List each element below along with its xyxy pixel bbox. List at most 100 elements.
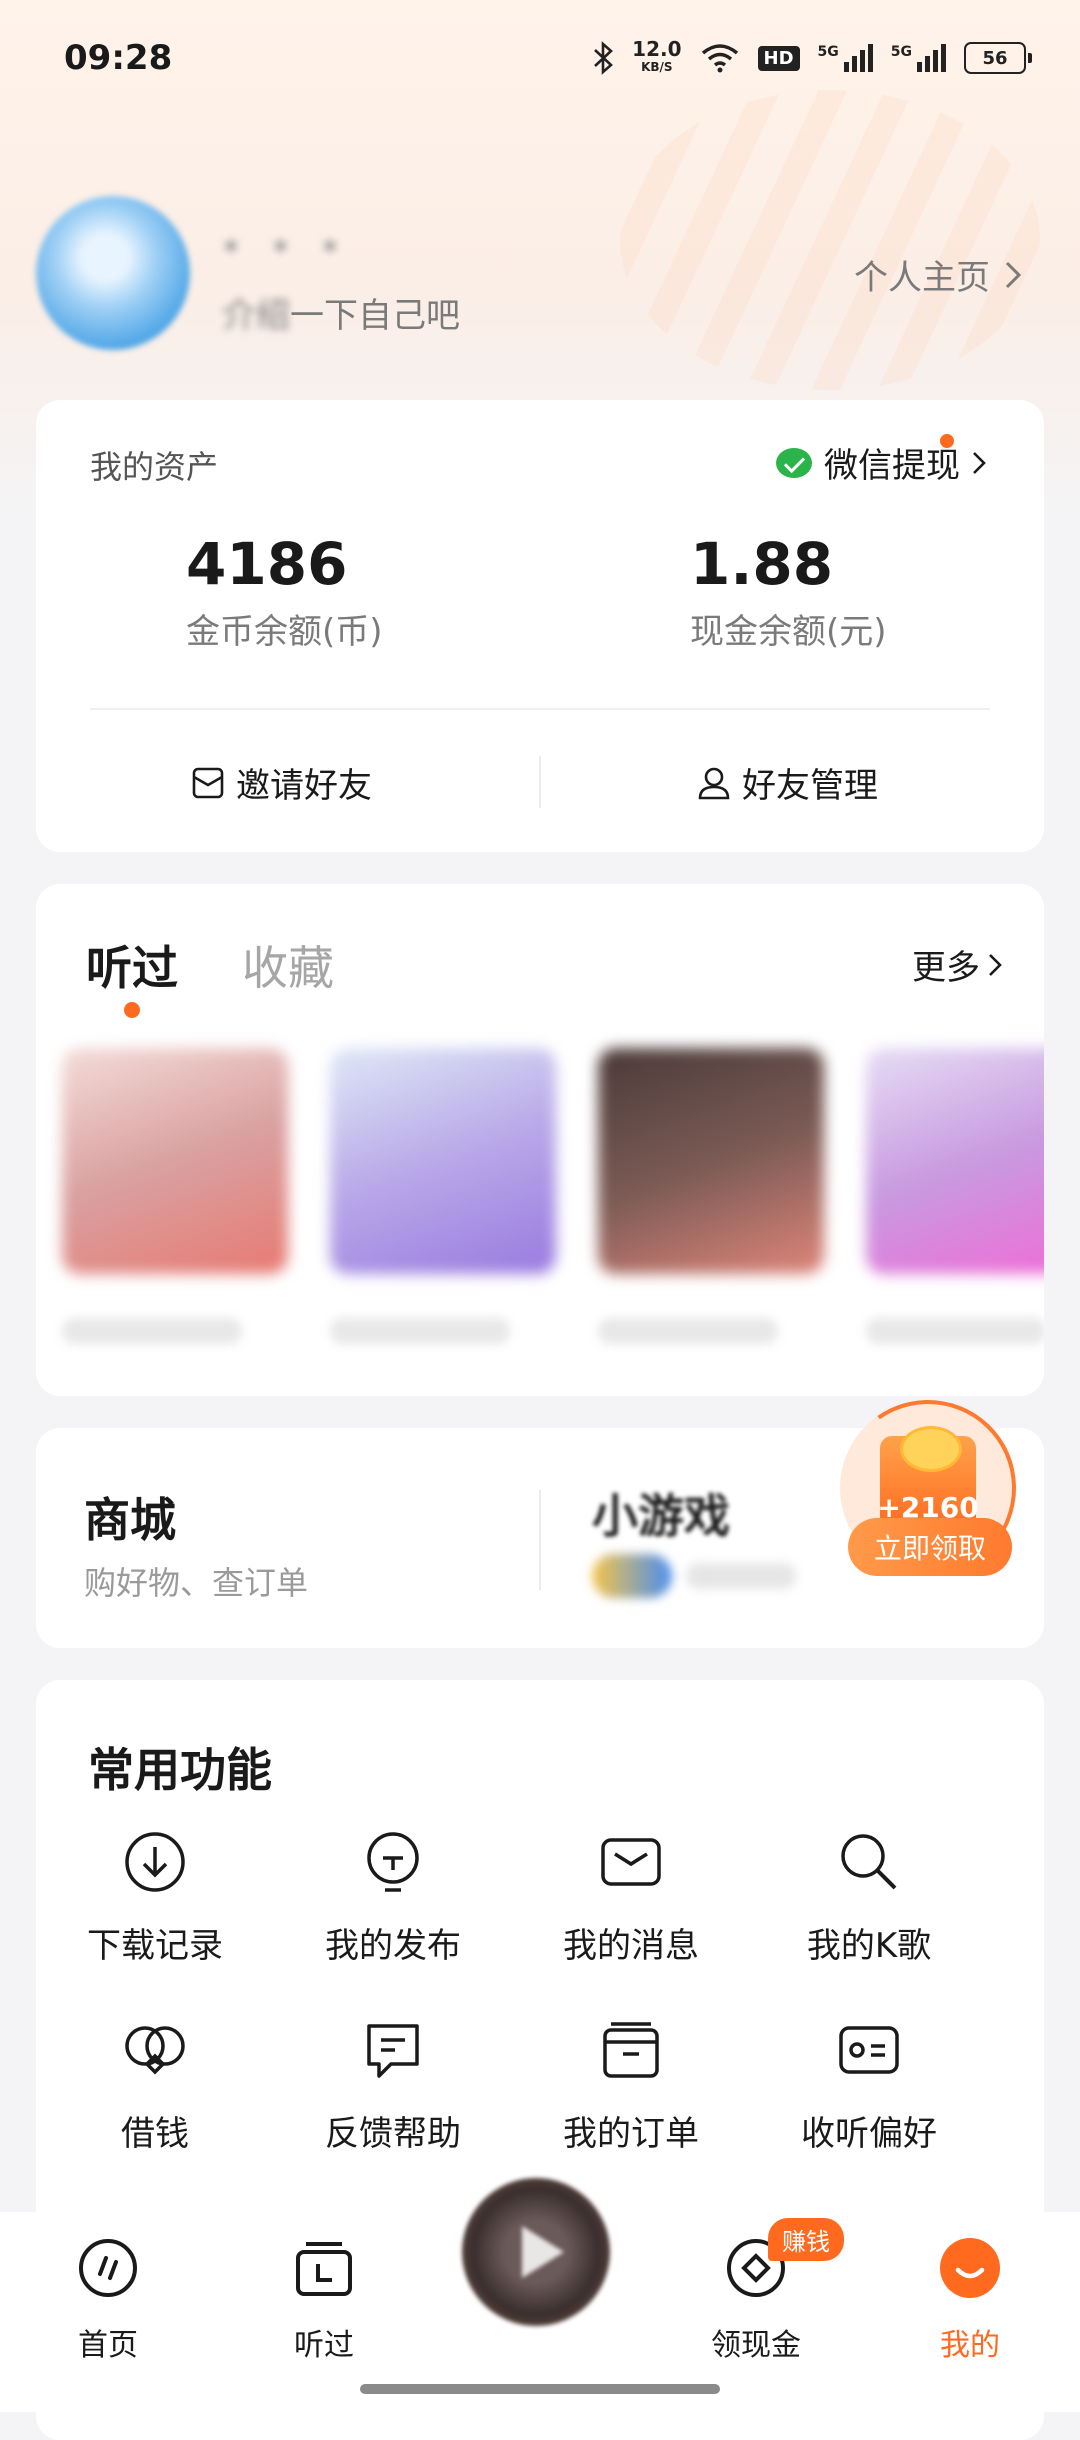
cash-balance-label: 现金余额(元) [690,612,887,652]
function-label: 我的订单 [563,2114,699,2154]
chevron-right-icon [1005,261,1022,288]
download-icon [125,1832,185,1892]
history-caption [62,1318,242,1344]
function-label: 我的K歌 [806,1926,932,1966]
wechat-withdraw-label: 微信提现 [824,446,960,486]
chevron-right-icon [973,451,986,474]
invite-friends-button[interactable]: 邀请好友 [190,758,372,807]
mall-subtitle: 购好物、查订单 [84,1564,309,1602]
mini-games-title: 小游戏 [592,1489,730,1543]
me-icon [940,2238,1000,2298]
person-icon [698,767,730,799]
history-thumbnail [866,1048,1044,1274]
signal-2-label: 5G [890,44,912,60]
play-button[interactable] [462,2178,610,2326]
history-icon [296,2242,352,2296]
cash-balance[interactable]: 1.88 现金余额(元) [690,530,887,653]
more-button[interactable]: 更多 [912,940,1002,989]
coin-balance[interactable]: 4186 金币余额(币) [186,530,383,653]
speed-unit: KB/S [641,60,673,74]
active-tab-indicator [124,1002,140,1018]
function-label: 我的发布 [325,1926,461,1966]
signal-1-icon: 5G [818,44,873,72]
network-speed: 12.0 KB/S [632,37,682,76]
user-bio-text: 一下自己吧 [290,296,460,336]
assets-title: 我的资产 [90,448,219,486]
nav-home[interactable]: 首页 [28,2226,188,2364]
preference-icon [839,2026,899,2074]
history-caption [330,1318,510,1344]
homepage-link[interactable]: 个人主页 [854,250,1022,299]
mini-games-preview [592,1554,796,1598]
borrow-money-button[interactable]: 借钱 [36,2018,274,2155]
history-item[interactable] [62,1048,288,1344]
nav-get-cash-label: 领现金 [711,2328,801,2363]
history-thumbnail [330,1048,556,1274]
user-bio-hidden: 介绍 [222,296,290,336]
history-caption [598,1318,778,1344]
signal-2-icon: 5G [891,44,946,72]
my-orders-button[interactable]: 我的订单 [512,2018,750,2155]
mall-title: 商城 [84,1493,176,1547]
history-item[interactable] [330,1048,556,1344]
wifi-icon [701,44,738,73]
common-functions-title: 常用功能 [88,1743,272,1797]
claim-now-button[interactable]: 立即领取 [848,1518,1012,1576]
nav-heard-label: 听过 [294,2328,354,2363]
function-label: 下载记录 [87,1926,223,1966]
notification-dot [940,434,954,448]
feedback-icon [367,2024,419,2078]
listening-preference-button[interactable]: 收听偏好 [750,2018,988,2155]
cash-balance-value: 1.88 [690,530,834,598]
wechat-icon [776,447,812,478]
tab-heard[interactable]: 听过 [86,932,178,998]
download-history-button[interactable]: 下载记录 [36,1830,274,1967]
history-caption [866,1318,1044,1344]
status-bar: 09:28 12.0 KB/S HD 5G 5G 56 [0,0,1080,120]
homepage-link-label: 个人主页 [854,258,990,298]
speed-value: 12.0 [632,37,682,61]
home-indicator[interactable] [360,2384,720,2394]
hd-icon: HD [757,45,800,71]
battery-level: 56 [964,42,1026,74]
coin-reward-widget[interactable]: +2160 立即领取 [826,1386,1030,1590]
earn-money-badge: 赚钱 [768,2218,844,2261]
divider [539,756,541,808]
divider [539,1490,541,1590]
coin-balance-value: 4186 [186,530,348,598]
status-icons: 12.0 KB/S HD 5G 5G 56 [592,37,1032,76]
publish-icon [367,1832,419,1892]
history-item[interactable] [866,1048,1044,1344]
more-label: 更多 [912,948,980,988]
avatar[interactable] [36,196,190,350]
feedback-help-button[interactable]: 反馈帮助 [274,2018,512,2155]
my-messages-button[interactable]: 我的消息 [512,1830,750,1967]
wechat-withdraw-button[interactable]: 微信提现 [776,434,986,487]
user-name[interactable]: * * * [222,232,349,273]
user-bio[interactable]: 介绍一下自己吧 [222,288,460,337]
friend-management-button[interactable]: 好友管理 [696,758,878,807]
status-time: 09:28 [64,38,173,78]
battery-icon: 56 [964,42,1032,74]
envelope-icon [192,767,224,798]
nav-home-label: 首页 [78,2328,138,2363]
coin-balance-label: 金币余额(币) [186,612,383,652]
tab-favorites[interactable]: 收藏 [242,932,334,998]
function-label: 借钱 [121,2114,189,2154]
nav-heard[interactable]: 听过 [244,2226,404,2364]
nav-me-label: 我的 [940,2328,1000,2363]
divider [90,708,990,710]
my-karaoke-button[interactable]: 我的K歌 [750,1830,988,1967]
history-thumbnail [598,1048,824,1274]
history-item[interactable] [598,1048,824,1344]
invite-friends-label: 邀请好友 [236,766,372,806]
history-list [62,1048,1044,1378]
history-thumbnail [62,1048,288,1274]
message-icon [601,1838,661,1886]
loan-icon [125,2026,185,2075]
function-label: 反馈帮助 [325,2114,461,2154]
nav-me[interactable]: 我的 [890,2226,1050,2364]
assets-card: 我的资产 微信提现 4186 金币余额(币) 1.88 现金余额(元) 邀请好友… [36,400,1044,852]
my-publish-button[interactable]: 我的发布 [274,1830,512,1967]
signal-1-label: 5G [817,44,839,60]
